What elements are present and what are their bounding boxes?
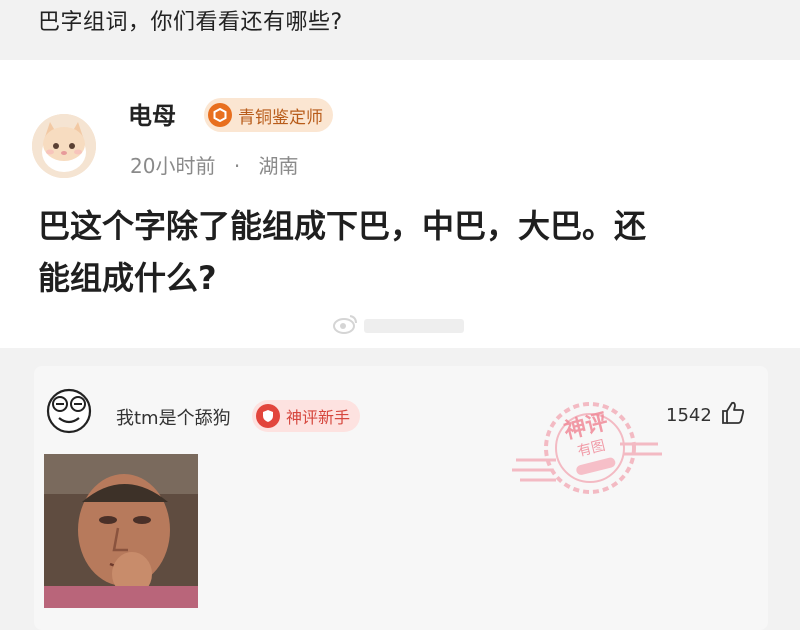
reply-avatar[interactable] xyxy=(46,388,92,434)
shield-icon xyxy=(256,404,280,428)
reply-author-name[interactable]: 我tm是个舔狗 xyxy=(116,404,231,430)
author-name[interactable]: 电母 xyxy=(128,96,176,131)
post-card: 电母 青铜鉴定师 20小时前 · 湖南 巴这个字除了能组成下巴，中巴，大巴。还 … xyxy=(0,60,800,348)
top-caption: 巴字组词，你们看看还有哪些? xyxy=(38,10,343,35)
post-text: 巴这个字除了能组成下巴，中巴，大巴。还 能组成什么? xyxy=(38,200,778,304)
badge-label: 青铜鉴定师 xyxy=(238,107,323,128)
badge-hexagon-icon xyxy=(208,103,232,127)
new-commenter-badge[interactable]: 神评新手 xyxy=(252,400,361,432)
post-time: 20小时前 xyxy=(130,154,216,178)
god-comment-stamp: 神评 有图 xyxy=(512,386,662,506)
author-avatar[interactable] xyxy=(32,114,96,178)
weibo-watermark xyxy=(332,314,464,338)
reply-image[interactable] xyxy=(44,454,198,608)
post-meta: 20小时前 · 湖南 xyxy=(130,150,299,179)
bronze-badge[interactable]: 青铜鉴定师 xyxy=(204,98,333,132)
post-text-line-1: 巴这个字除了能组成下巴，中巴，大巴。还 xyxy=(38,207,647,245)
post-location: 湖南 xyxy=(258,154,299,178)
like-count: 1542 xyxy=(666,404,712,426)
watermark-blur xyxy=(364,319,464,333)
reply-card: 我tm是个舔狗 神评新手 神评 有图 1542 xyxy=(34,366,768,630)
like-area[interactable]: 1542 xyxy=(666,400,746,430)
post-text-line-2: 能组成什么? xyxy=(38,259,217,297)
badge-label: 神评新手 xyxy=(286,408,351,427)
meta-separator: · xyxy=(233,154,241,178)
thumbs-up-icon[interactable] xyxy=(720,400,746,430)
weibo-icon xyxy=(332,314,358,338)
